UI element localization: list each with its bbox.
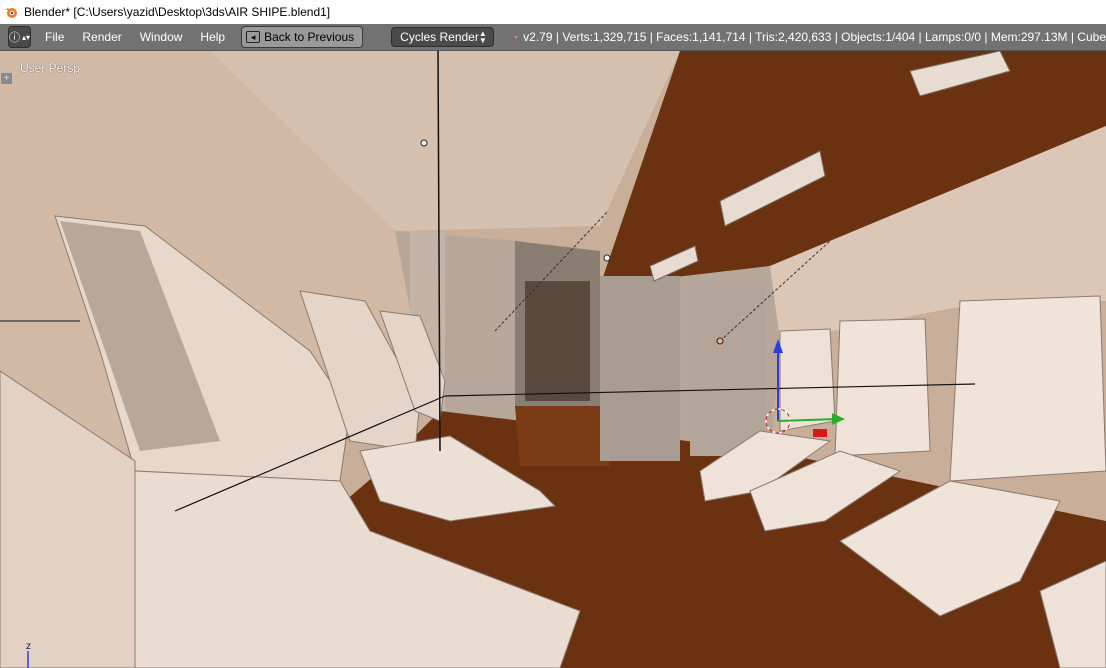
menu-window[interactable]: Window xyxy=(140,30,183,44)
back-to-previous-label: Back to Previous xyxy=(264,30,355,44)
back-icon: ◂ xyxy=(246,31,261,43)
blender-logo-icon xyxy=(5,8,17,18)
title-bar: Blender* [C:\Users\yazid\Desktop\3ds\AIR… xyxy=(0,0,1106,24)
scene-render xyxy=(0,51,1106,668)
info-icon: ⓘ xyxy=(9,32,20,44)
info-header: ⓘ ▴▾ File Render Window Help ◂ Back to Pr… xyxy=(0,24,1106,51)
back-to-previous-button[interactable]: ◂ Back to Previous xyxy=(241,26,364,48)
toolshelf-plus-button[interactable]: + xyxy=(1,73,12,84)
updown-arrows-icon: ▴▾ xyxy=(22,32,31,42)
dropdown-arrows-icon: ▲ ▼ xyxy=(478,29,487,45)
3d-viewport[interactable]: User Persp + z xyxy=(0,51,1106,668)
editor-type-selector[interactable]: ⓘ ▴▾ xyxy=(8,26,32,48)
scene-stats: v2.79 | Verts:1,329,715 | Faces:1,141,71… xyxy=(523,30,1106,44)
view-label: User Persp xyxy=(20,61,81,75)
menu-help[interactable]: Help xyxy=(200,30,225,44)
render-engine-value: Cycles Render xyxy=(400,30,479,44)
menu-file[interactable]: File xyxy=(45,30,64,44)
window-title: Blender* [C:\Users\yazid\Desktop\3ds\AIR… xyxy=(24,5,331,19)
menu-render[interactable]: Render xyxy=(82,30,121,44)
axis-z-label: z xyxy=(26,641,31,652)
render-engine-dropdown[interactable]: Cycles Render ▲ ▼ xyxy=(391,27,494,47)
blender-icon xyxy=(513,36,517,39)
